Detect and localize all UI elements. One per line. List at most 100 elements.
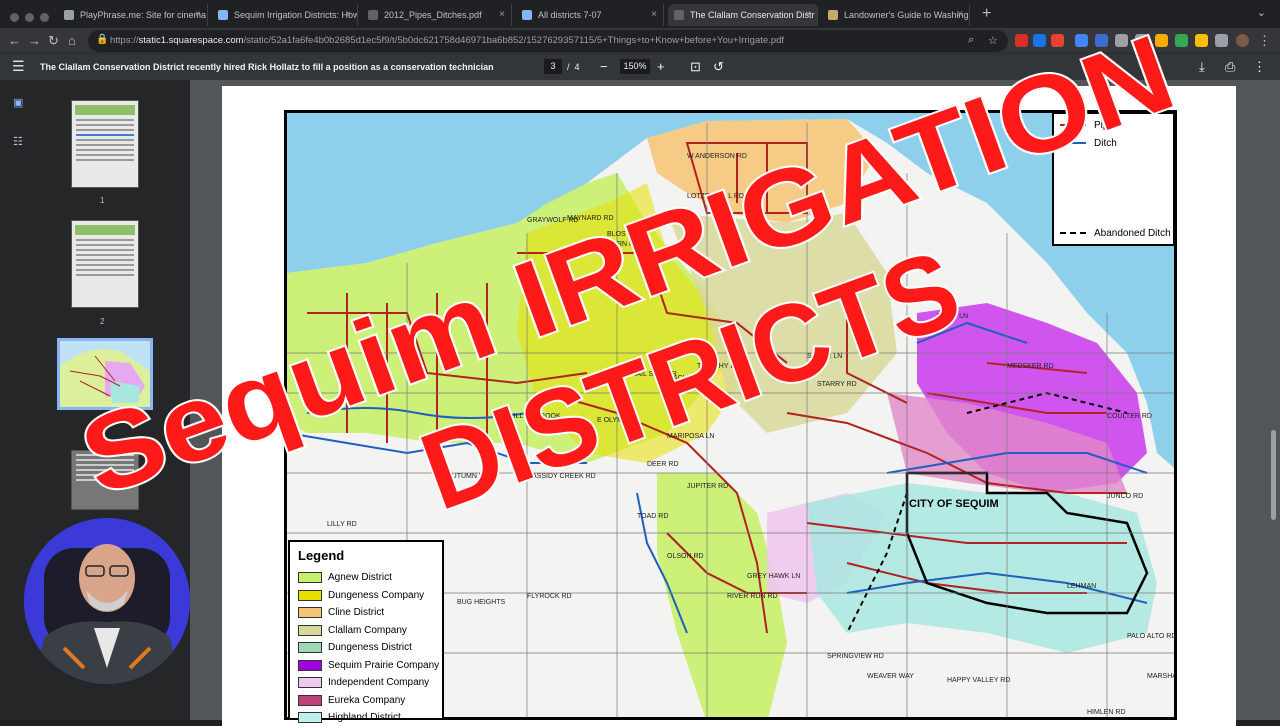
tab-title: Sequim Irrigation Districts: How xyxy=(234,10,358,20)
browser-tab[interactable]: Landowner's Guide to Washing × xyxy=(822,4,970,26)
road-label: COULTER RD xyxy=(1107,413,1152,420)
road-label: JUPITER RD xyxy=(687,483,729,490)
extension-icon[interactable] xyxy=(1015,34,1028,47)
district-legend-item: Highland District xyxy=(298,712,401,723)
road-label: MARIPOSA LN xyxy=(667,433,715,440)
road-label: JUNCO RD xyxy=(1107,493,1144,500)
kebab-menu-icon[interactable]: ⋮ xyxy=(1258,32,1271,50)
address-bar[interactable]: 🔒 https://static1.squarespace.com/static… xyxy=(88,30,1008,52)
road-label: HIMLEN RD xyxy=(1087,709,1126,716)
page-thumbnail[interactable] xyxy=(71,100,139,188)
favicon-icon xyxy=(674,10,684,20)
extension-icon[interactable] xyxy=(1051,34,1064,47)
page-separator: / xyxy=(567,62,570,72)
zoom-in-icon[interactable]: + xyxy=(657,57,665,77)
close-tab-icon[interactable]: × xyxy=(499,4,505,26)
home-icon[interactable]: ⌂ xyxy=(68,32,76,50)
scrollbar[interactable] xyxy=(1271,430,1276,520)
thumbnails-icon[interactable]: ▣ xyxy=(13,96,23,109)
browser-tab-active[interactable]: The Clallam Conservation Distr × xyxy=(668,4,818,26)
road-label: MAYNARD RD xyxy=(567,215,614,222)
forward-icon[interactable]: → xyxy=(28,32,41,50)
back-icon[interactable]: ← xyxy=(8,32,21,50)
browser-tab[interactable]: PlayPhrase.me: Site for cinema × xyxy=(58,4,208,26)
zoom-level[interactable]: 150% xyxy=(620,59,650,74)
city-label: CITY OF SEQUIM xyxy=(909,498,999,510)
profile-avatar[interactable] xyxy=(1236,34,1249,47)
outline-icon[interactable]: ☷ xyxy=(13,135,23,148)
district-label: Sequim Prairie Company xyxy=(328,659,440,671)
road-label: MEDSKER RD xyxy=(1007,363,1054,370)
bookmark-star-icon[interactable]: ☆ xyxy=(988,34,998,47)
url-host: static1.squarespace.com xyxy=(138,35,244,46)
rotate-icon[interactable]: ↺ xyxy=(713,57,724,77)
page-thumbnail[interactable] xyxy=(71,450,139,510)
download-icon[interactable]: ⤓ xyxy=(1199,57,1205,77)
road-label: MARSHALL RD xyxy=(1147,673,1177,680)
district-swatch xyxy=(298,624,322,636)
road-label: SPRINGVIEW RD xyxy=(827,653,884,660)
map-line-legend: Pipe Ditch Abandoned Ditch xyxy=(1052,112,1175,246)
road-label: RIVER RUN RD xyxy=(727,593,778,600)
close-tab-icon[interactable]: × xyxy=(957,4,963,26)
district-legend-item: Sequim Prairie Company xyxy=(298,659,440,671)
legend-abandoned-ditch: Abandoned Ditch xyxy=(1060,228,1171,239)
hamburger-menu-icon[interactable]: ☰ xyxy=(12,58,25,75)
extension-icon[interactable] xyxy=(1175,34,1188,47)
lock-icon: 🔒 xyxy=(96,34,109,45)
close-tab-icon[interactable]: × xyxy=(345,4,351,26)
road-label: AUTUMN RD xyxy=(447,473,489,480)
close-tab-icon[interactable]: × xyxy=(651,4,657,26)
road-label: E OLYMPIC xyxy=(597,417,635,424)
browser-tab[interactable]: 2012_Pipes_Ditches.pdf × xyxy=(362,4,512,26)
extension-icon[interactable] xyxy=(1115,34,1128,47)
extension-icon[interactable] xyxy=(1135,34,1148,47)
fit-page-icon[interactable]: ⊡ xyxy=(690,57,701,77)
legend-label: Abandoned Ditch xyxy=(1094,228,1171,239)
more-options-icon[interactable]: ⋮ xyxy=(1253,57,1266,77)
page-number-input[interactable]: 3 xyxy=(544,59,562,74)
browser-tab[interactable]: Sequim Irrigation Districts: How × xyxy=(212,4,358,26)
page-count: 4 xyxy=(574,62,580,72)
page-thumbnail[interactable] xyxy=(71,220,139,308)
extension-icon[interactable] xyxy=(1095,34,1108,47)
reload-icon[interactable]: ↻ xyxy=(48,32,59,50)
extension-icon[interactable] xyxy=(1155,34,1168,47)
road-label: SILVER LN xyxy=(807,353,843,360)
district-legend-item: Clallam Company xyxy=(298,624,407,636)
road-label: POND LN xyxy=(937,313,969,320)
close-tab-icon[interactable]: × xyxy=(195,4,201,26)
document-title: The Clallam Conservation District recent… xyxy=(40,62,494,72)
presenter-webcam xyxy=(24,518,190,684)
tab-title: The Clallam Conservation Distr xyxy=(690,10,815,20)
tab-bar: PlayPhrase.me: Site for cinema × Sequim Ir… xyxy=(0,0,1280,28)
favicon-icon xyxy=(368,10,378,20)
district-swatch xyxy=(298,712,322,723)
favicon-icon xyxy=(64,10,74,20)
legend-pipe: Pipe xyxy=(1060,120,1114,131)
road-label: WEAVER WAY xyxy=(867,673,914,680)
url-path: /static/52a1fa6fe4b0b2685d1ec5f9/t/5b0dc… xyxy=(243,35,784,46)
chevron-down-icon[interactable]: ⌄ xyxy=(1257,6,1266,19)
extension-icon[interactable] xyxy=(1075,34,1088,47)
district-swatch xyxy=(298,572,322,583)
url-text[interactable]: https://static1.squarespace.com/static/5… xyxy=(110,30,970,52)
search-icon[interactable]: ⌕ xyxy=(968,34,974,47)
road-label: LOTZGESELL RD xyxy=(687,193,744,200)
zoom-out-icon[interactable]: − xyxy=(600,57,608,77)
print-icon[interactable]: ⎙ xyxy=(1225,57,1235,77)
extension-icon[interactable] xyxy=(1195,34,1208,47)
page-thumbnail-selected[interactable] xyxy=(57,338,153,410)
road-label: GREY HAWK LN xyxy=(747,573,801,580)
close-tab-icon[interactable]: × xyxy=(805,4,811,26)
road-label: BUG HEIGHTS xyxy=(457,599,506,606)
road-label: MACLEAY RD xyxy=(667,375,712,382)
window-controls[interactable] xyxy=(10,9,55,27)
puzzle-icon[interactable] xyxy=(1215,34,1228,47)
road-label: FLYROCK RD xyxy=(527,593,572,600)
district-legend-item: Dungeness District xyxy=(298,642,412,653)
new-tab-button[interactable]: + xyxy=(982,4,991,24)
thumbnail-number: 1 xyxy=(100,196,105,205)
extension-icon[interactable] xyxy=(1033,34,1046,47)
browser-tab[interactable]: All districts 7-07 × xyxy=(516,4,664,26)
